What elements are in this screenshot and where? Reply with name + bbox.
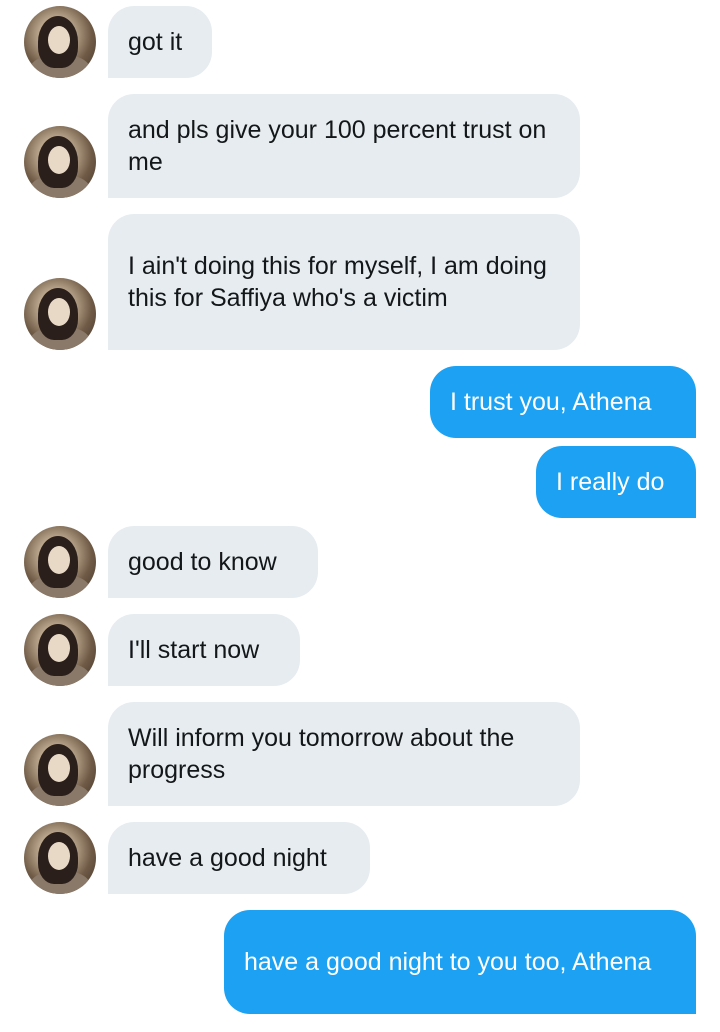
incoming-message-bubble[interactable]: have a good night: [108, 822, 370, 894]
incoming-message-bubble[interactable]: good to know: [108, 526, 318, 598]
avatar[interactable]: [24, 526, 96, 598]
avatar[interactable]: [24, 6, 96, 78]
avatar[interactable]: [24, 822, 96, 894]
outgoing-message-bubble[interactable]: I really do: [536, 446, 696, 518]
incoming-message-bubble[interactable]: I ain't doing this for myself, I am doin…: [108, 214, 580, 350]
avatar[interactable]: [24, 126, 96, 198]
incoming-message-bubble[interactable]: I'll start now: [108, 614, 300, 686]
incoming-message-bubble[interactable]: Will inform you tomorrow about the progr…: [108, 702, 580, 806]
avatar[interactable]: [24, 278, 96, 350]
incoming-message-bubble[interactable]: and pls give your 100 percent trust on m…: [108, 94, 580, 198]
incoming-message-bubble[interactable]: got it: [108, 6, 212, 78]
avatar[interactable]: [24, 734, 96, 806]
avatar[interactable]: [24, 614, 96, 686]
outgoing-message-bubble[interactable]: I trust you, Athena: [430, 366, 696, 438]
message-thread: got it and pls give your 100 percent tru…: [0, 0, 720, 1032]
outgoing-message-bubble[interactable]: have a good night to you too, Athena: [224, 910, 696, 1014]
